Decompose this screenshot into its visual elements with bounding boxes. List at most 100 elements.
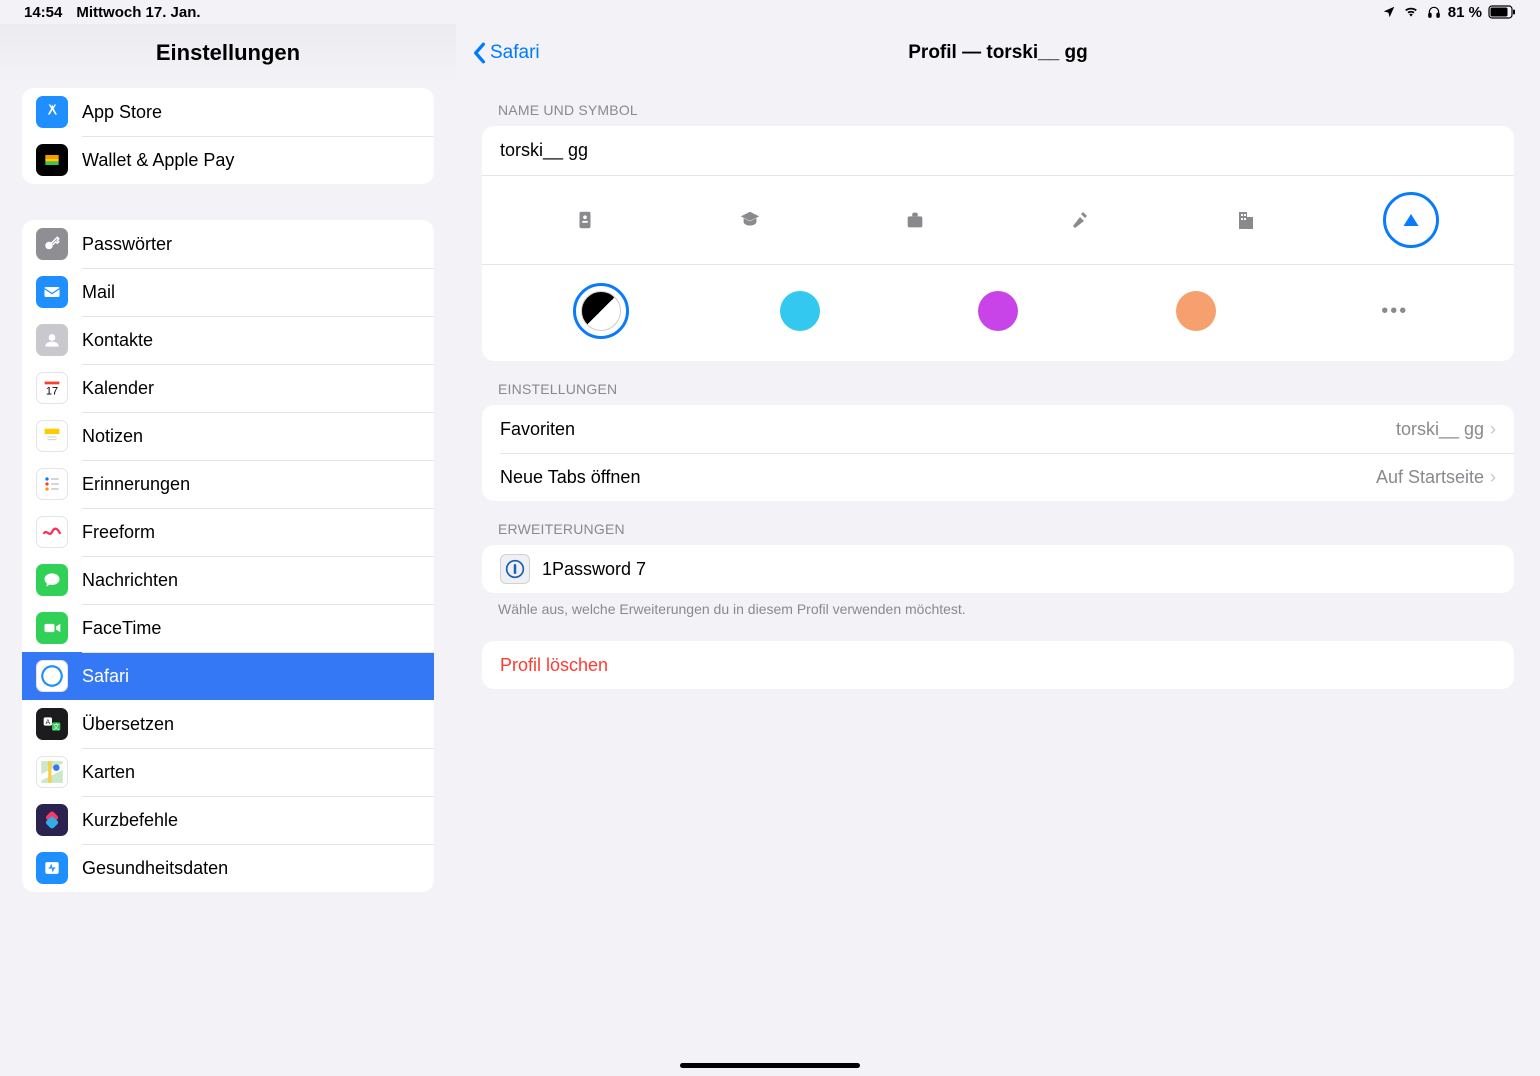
sidebar-item-calendar[interactable]: 17 Kalender	[22, 364, 434, 412]
health-icon	[36, 852, 68, 884]
sidebar-item-label: Kontakte	[82, 330, 153, 351]
svg-text:文: 文	[53, 722, 60, 731]
calendar-icon: 17	[36, 372, 68, 404]
section-label-extensions: ERWEITERUNGEN	[498, 521, 1540, 537]
maps-icon	[36, 756, 68, 788]
color-picker: •••	[482, 265, 1514, 361]
svg-text:17: 17	[46, 385, 58, 397]
symbol-picker	[482, 176, 1514, 265]
location-icon	[1382, 5, 1396, 19]
favorites-label: Favoriten	[500, 419, 575, 440]
detail-title: Profil — torski__ gg	[456, 42, 1540, 64]
delete-label: Profil löschen	[500, 655, 608, 676]
favorites-value: torski__ gg	[1396, 419, 1484, 440]
delete-profile-row[interactable]: Profil löschen	[482, 641, 1514, 689]
chevron-right-icon: ›	[1490, 419, 1496, 440]
name-symbol-card: torski__ gg •••	[482, 126, 1514, 361]
sidebar-item-translate[interactable]: A文 Übersetzen	[22, 700, 434, 748]
extension-label: 1Password 7	[542, 559, 646, 580]
mail-icon	[36, 276, 68, 308]
status-time: 14:54	[24, 4, 62, 21]
battery-percent: 81 %	[1448, 4, 1482, 21]
sidebar-item-reminders[interactable]: Erinnerungen	[22, 460, 434, 508]
status-date: Mittwoch 17. Jan.	[76, 4, 200, 21]
sidebar-item-label: Gesundheitsdaten	[82, 858, 228, 879]
appstore-icon	[36, 96, 68, 128]
shortcuts-icon	[36, 804, 68, 836]
sidebar-item-label: Kurzbefehle	[82, 810, 178, 831]
back-button[interactable]: Safari	[472, 42, 540, 64]
sidebar-item-label: Safari	[82, 666, 129, 687]
safari-icon	[36, 660, 68, 692]
reminders-icon	[36, 468, 68, 500]
chevron-right-icon: ›	[1490, 467, 1496, 488]
sidebar-item-label: FaceTime	[82, 618, 161, 639]
chevron-left-icon	[472, 42, 486, 64]
sidebar-item-label: Karten	[82, 762, 135, 783]
settings-sidebar: Einstellungen App Store Wallet & Apple P…	[0, 24, 456, 1076]
sidebar-item-label: Nachrichten	[82, 570, 178, 591]
sidebar-item-label: Passwörter	[82, 234, 172, 255]
newtabs-label: Neue Tabs öffnen	[500, 467, 640, 488]
newtabs-value: Auf Startseite	[1376, 467, 1484, 488]
color-cyan[interactable]	[772, 283, 828, 339]
wallet-icon	[36, 144, 68, 176]
sidebar-item-label: Mail	[82, 282, 115, 303]
sidebar-item-label: Wallet & Apple Pay	[82, 150, 234, 171]
status-indicators: 81 %	[1382, 4, 1516, 21]
favorites-row[interactable]: Favoriten torski__ gg ›	[482, 405, 1514, 453]
back-label: Safari	[490, 42, 540, 64]
symbol-graduation[interactable]	[722, 192, 778, 248]
symbol-building[interactable]	[1218, 192, 1274, 248]
sidebar-item-freeform[interactable]: Freeform	[22, 508, 434, 556]
notes-icon	[36, 420, 68, 452]
sidebar-item-passwords[interactable]: Passwörter	[22, 220, 434, 268]
sidebar-item-shortcuts[interactable]: Kurzbefehle	[22, 796, 434, 844]
color-orange[interactable]	[1168, 283, 1224, 339]
sidebar-item-label: Erinnerungen	[82, 474, 190, 495]
translate-icon: A文	[36, 708, 68, 740]
sidebar-item-notes[interactable]: Notizen	[22, 412, 434, 460]
sidebar-item-messages[interactable]: Nachrichten	[22, 556, 434, 604]
sidebar-title: Einstellungen	[0, 24, 456, 82]
sidebar-item-label: App Store	[82, 102, 162, 123]
wifi-icon	[1402, 5, 1420, 19]
sidebar-item-safari[interactable]: Safari	[22, 652, 434, 700]
messages-icon	[36, 564, 68, 596]
sidebar-item-wallet[interactable]: Wallet & Apple Pay	[22, 136, 434, 184]
section-label-settings: EINSTELLUNGEN	[498, 381, 1540, 397]
contacts-icon	[36, 324, 68, 356]
symbol-badge[interactable]	[557, 192, 613, 248]
headphones-icon	[1426, 5, 1442, 19]
profile-name-input[interactable]: torski__ gg	[482, 126, 1514, 176]
sidebar-item-facetime[interactable]: FaceTime	[22, 604, 434, 652]
newtabs-row[interactable]: Neue Tabs öffnen Auf Startseite ›	[482, 453, 1514, 501]
home-indicator[interactable]	[680, 1063, 860, 1068]
ellipsis-icon: •••	[1381, 300, 1408, 323]
sidebar-item-contacts[interactable]: Kontakte	[22, 316, 434, 364]
svg-text:A: A	[46, 719, 51, 726]
extensions-footer: Wähle aus, welche Erweiterungen du in di…	[498, 601, 1540, 617]
symbol-hammer[interactable]	[1053, 192, 1109, 248]
sidebar-item-health[interactable]: Gesundheitsdaten	[22, 844, 434, 892]
onepassword-icon	[500, 554, 530, 584]
sidebar-item-label: Kalender	[82, 378, 154, 399]
status-bar: 14:54 Mittwoch 17. Jan. 81 %	[0, 0, 1540, 24]
sidebar-item-mail[interactable]: Mail	[22, 268, 434, 316]
sidebar-item-label: Freeform	[82, 522, 155, 543]
sidebar-item-maps[interactable]: Karten	[22, 748, 434, 796]
sidebar-item-appstore[interactable]: App Store	[22, 88, 434, 136]
color-black[interactable]	[573, 283, 629, 339]
key-icon	[36, 228, 68, 260]
detail-pane: Safari Profil — torski__ gg NAME UND SYM…	[456, 24, 1540, 1076]
symbol-triangle[interactable]	[1383, 192, 1439, 248]
facetime-icon	[36, 612, 68, 644]
sidebar-item-label: Übersetzen	[82, 714, 174, 735]
symbol-briefcase[interactable]	[887, 192, 943, 248]
sidebar-item-label: Notizen	[82, 426, 143, 447]
freeform-icon	[36, 516, 68, 548]
extension-row[interactable]: 1Password 7	[482, 545, 1514, 593]
battery-icon	[1488, 5, 1516, 19]
color-more[interactable]: •••	[1367, 283, 1423, 339]
color-purple[interactable]	[970, 283, 1026, 339]
